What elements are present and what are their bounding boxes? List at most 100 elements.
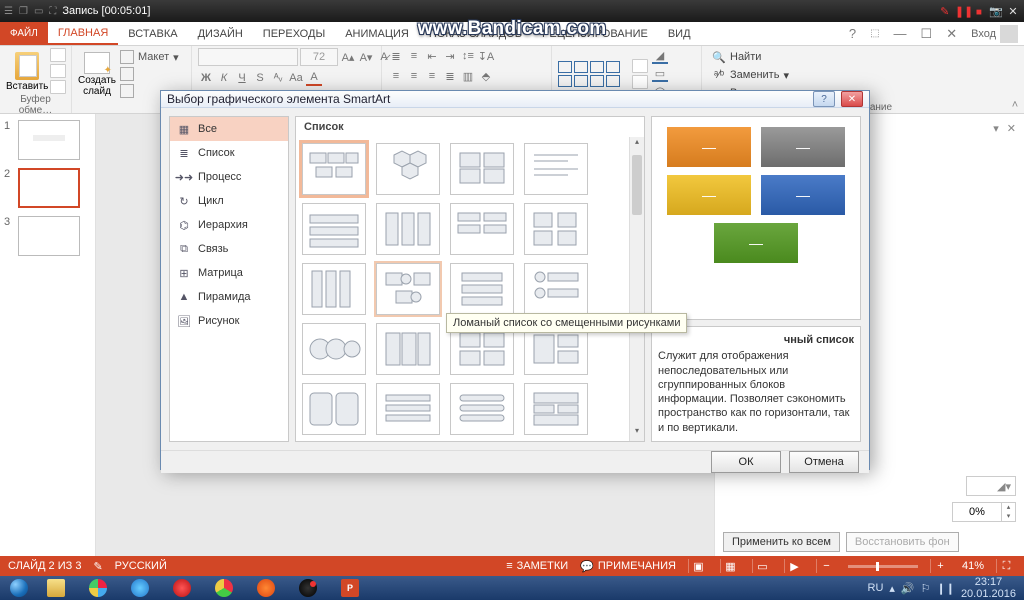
layout-dropdown[interactable]: Макет ▾ — [120, 50, 179, 64]
shrink-font-icon[interactable]: A▾ — [358, 49, 374, 65]
thumb-1[interactable]: 1 — [4, 120, 91, 160]
cat-all[interactable]: ▦Все — [170, 117, 288, 141]
layout-horiz-bullet[interactable] — [302, 203, 366, 255]
menu-icon[interactable]: ☰ — [4, 6, 13, 17]
tab-design[interactable]: ДИЗАЙН — [188, 22, 253, 45]
shape-fill-icon[interactable]: ◢ — [652, 48, 668, 64]
underline-icon[interactable]: Ч — [234, 70, 250, 86]
task-picasa[interactable] — [78, 577, 118, 599]
layout-bending-picture[interactable] — [376, 263, 440, 315]
layout-stacked[interactable] — [450, 263, 514, 315]
arrange-icon[interactable] — [632, 59, 648, 73]
cat-process[interactable]: ➜➜Процесс — [170, 165, 288, 189]
layout-lined[interactable] — [524, 143, 588, 195]
transparency-spinner[interactable]: ▴▾ — [952, 502, 1016, 522]
ribbon-toggle-icon[interactable]: ⬚ — [870, 28, 879, 39]
pane-close-icon[interactable]: ✕ — [1007, 122, 1016, 135]
bold-icon[interactable]: Ж — [198, 70, 214, 86]
font-size[interactable] — [300, 48, 338, 66]
start-button[interactable] — [4, 577, 34, 599]
apply-all-button[interactable]: Применить ко всем — [723, 532, 840, 552]
tab-view[interactable]: ВИД — [658, 22, 701, 45]
scroll-down-icon[interactable]: ▾ — [630, 426, 644, 441]
quick-styles-icon[interactable] — [632, 75, 648, 89]
zoom-slider[interactable] — [848, 565, 918, 568]
dialog-close-icon[interactable]: ✕ — [841, 91, 863, 107]
pause-icon[interactable]: ❚❚ — [955, 5, 969, 18]
gallery-scrollbar[interactable]: ▴ ▾ — [629, 137, 644, 441]
reset-button[interactable] — [120, 67, 179, 81]
indent-inc-icon[interactable]: ⇥ — [442, 48, 458, 64]
grow-font-icon[interactable]: A▴ — [340, 49, 356, 65]
thumb-2[interactable]: 2 — [4, 168, 91, 208]
shape-outline-icon[interactable]: ▭ — [652, 66, 668, 82]
smartart-icon[interactable]: ⬘ — [478, 68, 494, 84]
tray-flag-icon[interactable]: ⚐ — [921, 582, 931, 595]
layout-h[interactable] — [524, 383, 588, 435]
tray-up-icon[interactable]: ▴ — [889, 582, 895, 595]
collapse-ribbon-icon[interactable]: ˄ — [1006, 46, 1024, 113]
language-indicator[interactable]: РУССКИЙ — [115, 560, 167, 572]
app-close-icon[interactable]: ✕ — [946, 26, 957, 42]
comments-button[interactable]: 💬 ПРИМЕЧАНИЯ — [580, 560, 676, 573]
fullscreen-icon[interactable]: ⛶ — [49, 6, 56, 17]
minimize-icon[interactable]: — — [894, 26, 907, 41]
task-chrome[interactable] — [204, 577, 244, 599]
spin-down-icon[interactable]: ▾ — [1001, 512, 1015, 521]
tab-home[interactable]: ГЛАВНАЯ — [48, 22, 118, 45]
replace-button[interactable]: ᵃ⁄ᵇЗаменить ▾ — [712, 68, 996, 82]
layout-g[interactable] — [450, 383, 514, 435]
align-left-icon[interactable]: ≡ — [388, 68, 404, 84]
tab-insert[interactable]: ВСТАВКА — [118, 22, 187, 45]
zoom-out-icon[interactable]: − — [816, 559, 836, 573]
camera-icon[interactable]: 📷 — [989, 5, 1003, 18]
indent-dec-icon[interactable]: ⇤ — [424, 48, 440, 64]
dialog-titlebar[interactable]: Выбор графического элемента SmartArt ? ✕ — [161, 91, 869, 108]
layout-picture-caption[interactable] — [450, 143, 514, 195]
layout-b[interactable] — [376, 323, 440, 375]
paste-button[interactable]: Вставить — [6, 50, 48, 92]
cat-hierarchy[interactable]: ⌬Иерархия — [170, 213, 288, 237]
copy-icon[interactable] — [50, 64, 66, 78]
layout-tab[interactable] — [450, 203, 514, 255]
tab-file[interactable]: ФАЙЛ — [0, 22, 48, 45]
task-powerpoint[interactable]: P — [330, 577, 370, 599]
cat-pyramid[interactable]: ▲Пирамида — [170, 285, 288, 309]
cancel-button[interactable]: Отмена — [789, 451, 859, 473]
task-ie[interactable] — [120, 577, 160, 599]
fit-window-icon[interactable]: ⛶ — [996, 559, 1016, 573]
login-link[interactable]: Вход — [971, 28, 996, 40]
italic-icon[interactable]: К — [216, 70, 232, 86]
cut-icon[interactable] — [50, 48, 66, 62]
stop-icon[interactable]: ■ — [972, 7, 986, 18]
pencil-icon[interactable]: ✎ — [938, 5, 952, 18]
tray-volume-icon[interactable]: 🔊 — [901, 582, 915, 595]
numbering-icon[interactable]: ≡ — [406, 48, 422, 64]
strike-icon[interactable]: S — [252, 70, 268, 86]
shapes-gallery[interactable] — [558, 61, 628, 87]
text-dir-icon[interactable]: ↧A — [478, 48, 494, 64]
pane-options-icon[interactable]: ▾ — [993, 122, 999, 135]
layout-square[interactable] — [524, 203, 588, 255]
zoom-in-icon[interactable]: + — [930, 559, 950, 573]
task-explorer[interactable] — [36, 577, 76, 599]
cat-cycle[interactable]: ↻Цикл — [170, 189, 288, 213]
ok-button[interactable]: ОК — [711, 451, 781, 473]
spacing-icon[interactable]: Aa — [288, 70, 304, 86]
slideshow-view-icon[interactable]: ▶ — [784, 559, 804, 573]
dialog-help-icon[interactable]: ? — [813, 91, 835, 107]
layout-circ-list[interactable] — [524, 263, 588, 315]
new-slide-button[interactable]: Создать слайд — [78, 52, 116, 97]
task-bandicam[interactable] — [288, 577, 328, 599]
font-color-icon[interactable]: A — [306, 70, 322, 86]
crop-icon[interactable]: ▭ — [34, 6, 43, 17]
spell-icon[interactable]: ✎ — [93, 560, 102, 573]
scroll-up-icon[interactable]: ▴ — [630, 137, 644, 152]
maximize-icon[interactable]: ☐ — [921, 26, 933, 42]
align-center-icon[interactable]: ≡ — [406, 68, 422, 84]
tray-clock[interactable]: 23:1720.01.2016 — [961, 576, 1016, 600]
notes-button[interactable]: ≡ ЗАМЕТКИ — [506, 560, 568, 572]
layout-vert-pic[interactable] — [302, 263, 366, 315]
layout-f[interactable] — [376, 383, 440, 435]
task-firefox[interactable] — [246, 577, 286, 599]
